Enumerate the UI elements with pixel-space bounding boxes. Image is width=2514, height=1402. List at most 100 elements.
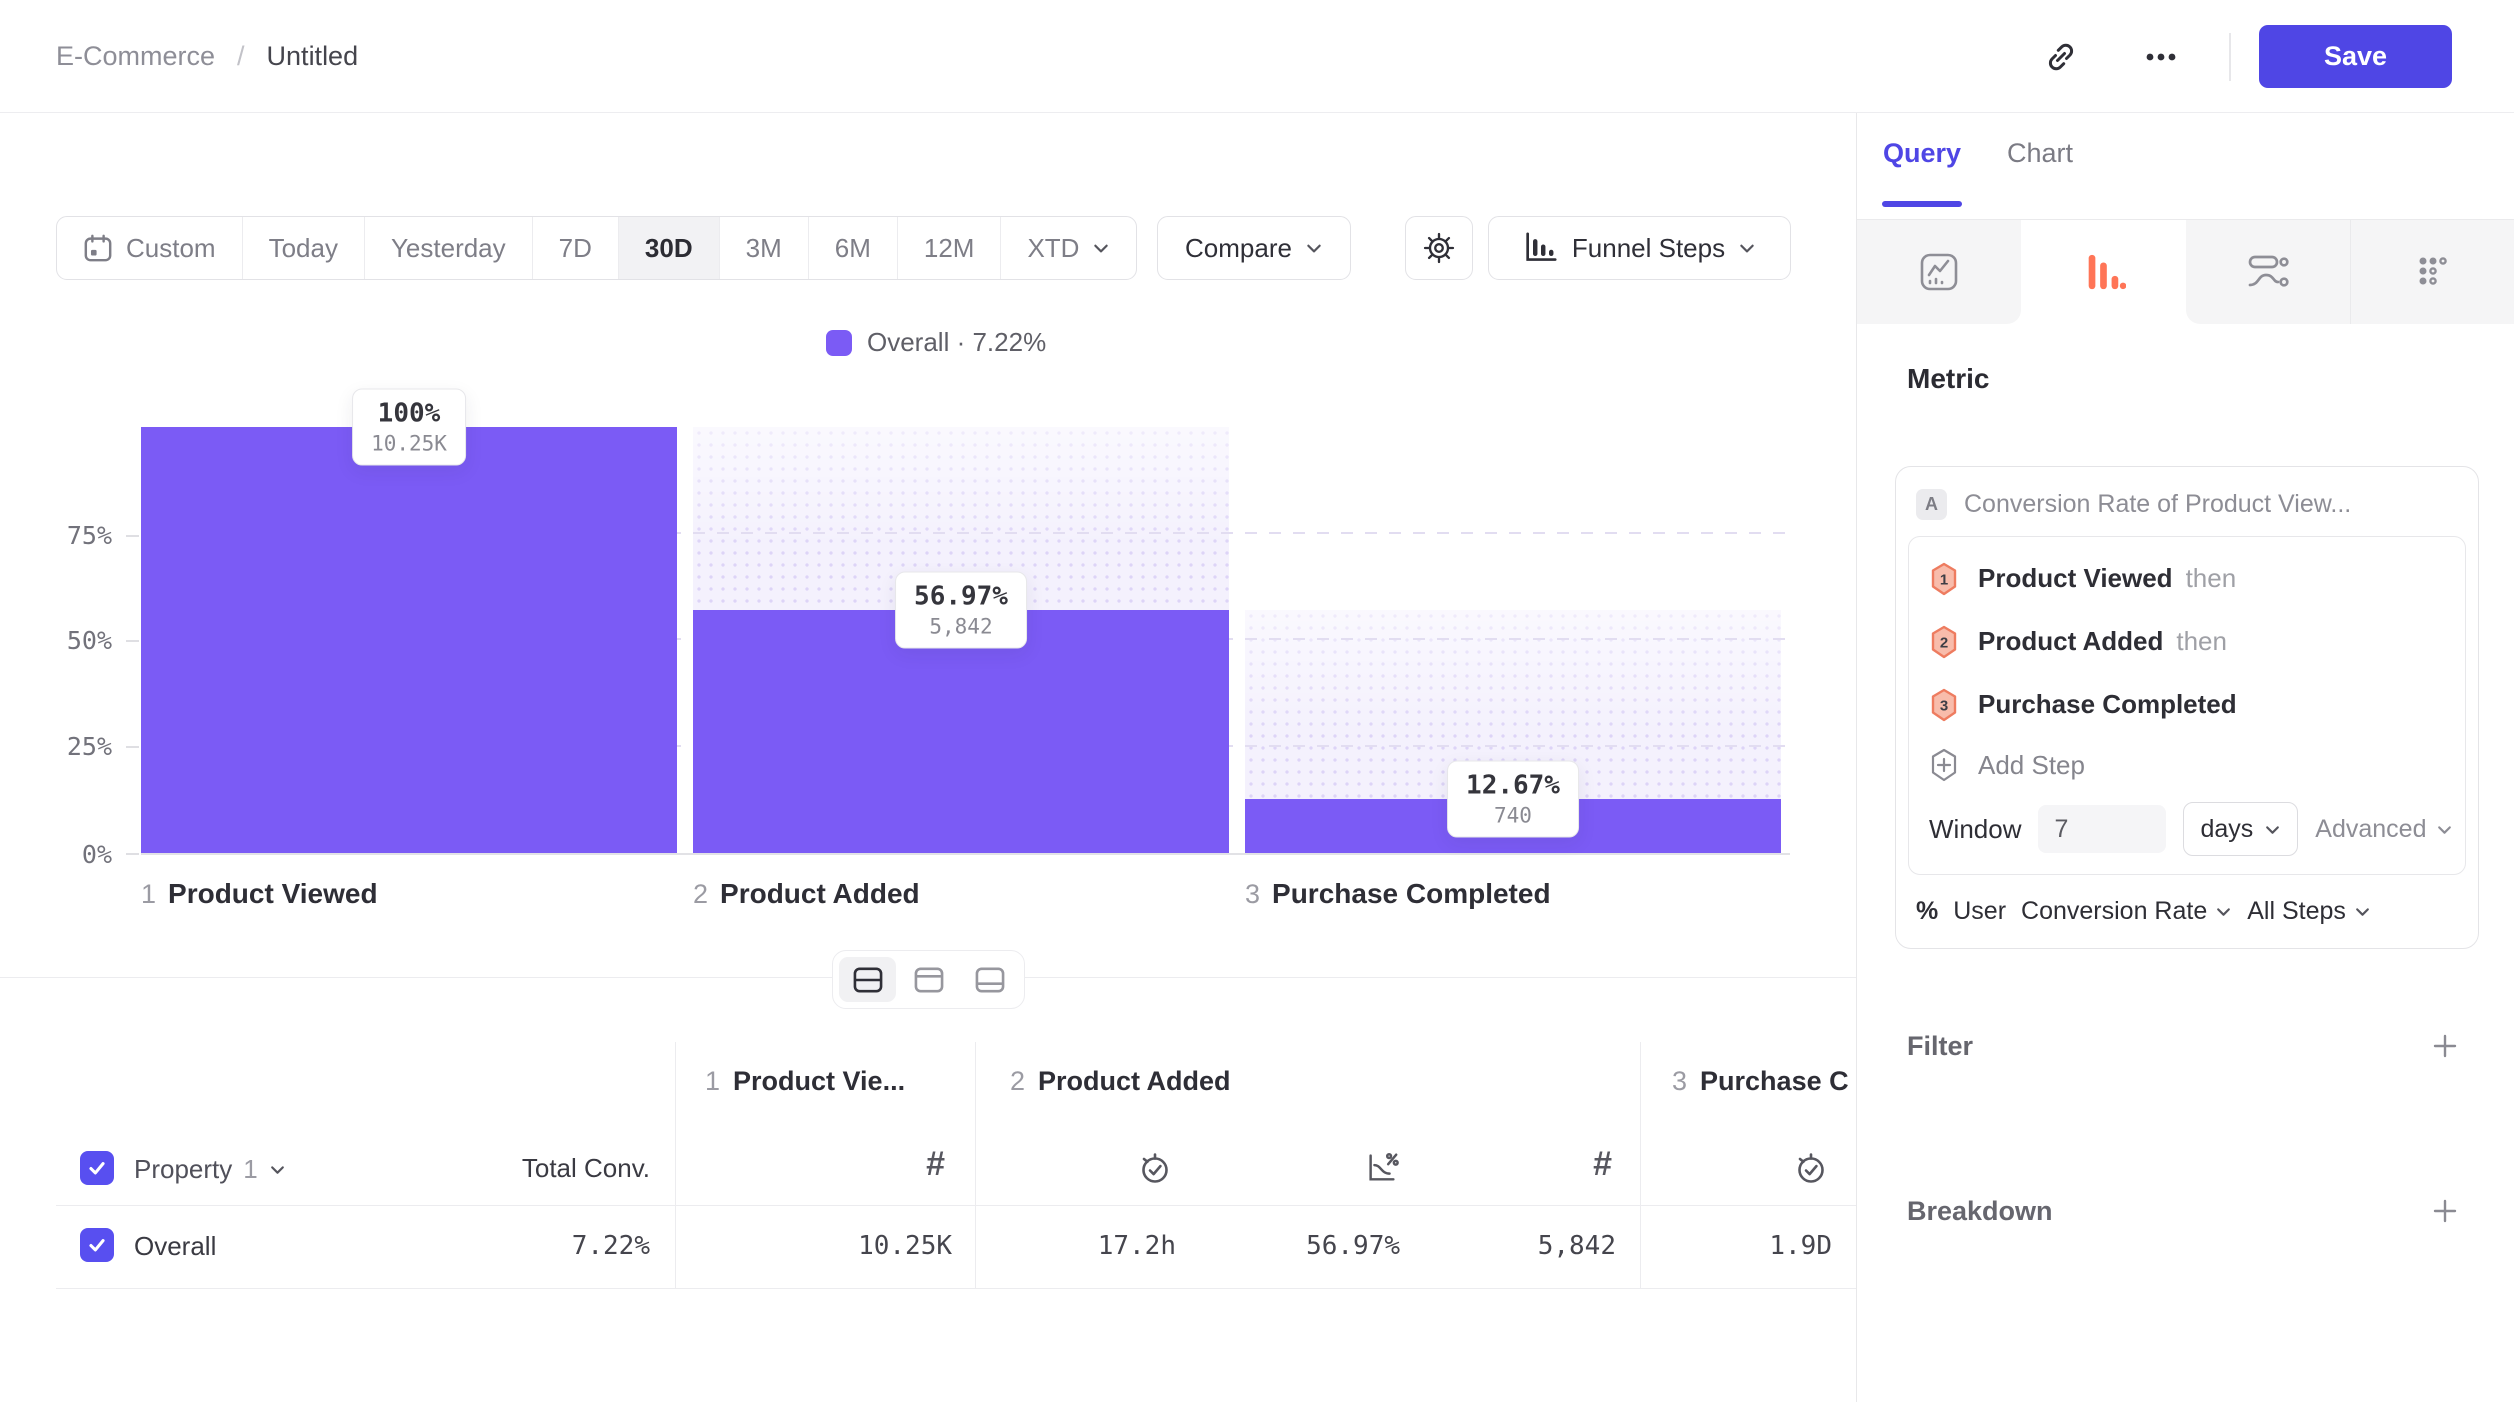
chevron-down-icon <box>1738 239 1756 257</box>
top-bar: E-Commerce / Untitled <box>0 0 2514 113</box>
breadcrumb-separator: / <box>237 41 245 72</box>
funnel-step-row-3[interactable]: 3 Purchase Completed <box>1929 673 2445 736</box>
tooltip-percentage: 56.97% <box>914 582 1008 612</box>
window-unit-select[interactable]: days <box>2183 802 2298 856</box>
chart-legend[interactable]: Overall · 7.22% <box>826 327 1046 358</box>
date-range-30d[interactable]: 30D <box>618 217 719 279</box>
step-hexagon-badge: 3 <box>1929 688 1959 722</box>
cell-step3-time: 1.9D <box>1612 1229 1832 1263</box>
measurement-row: % User Conversion Rate All Steps <box>1896 875 2478 948</box>
retention-icon <box>2411 250 2455 294</box>
time-to-convert-icon[interactable] <box>1792 1149 1828 1185</box>
funnel-analysis-app: E-Commerce / Untitled <box>0 0 2514 1402</box>
layout-chart-toggle[interactable] <box>900 957 957 1002</box>
table-column-header-step-3[interactable]: 3Purchase C <box>1672 1066 1849 1097</box>
funnel-step-row-1[interactable]: 1 Product Viewed then <box>1929 547 2445 610</box>
cell-step2-count: 5,842 <box>1396 1229 1616 1263</box>
table-column-header-step-2[interactable]: 2Product Added <box>1010 1066 1231 1097</box>
view-type-button[interactable]: Funnel Steps <box>1488 216 1791 280</box>
legend-label: Overall · 7.22% <box>867 327 1046 358</box>
tab-query[interactable]: Query <box>1883 138 1961 169</box>
breadcrumb: E-Commerce / Untitled <box>56 0 358 113</box>
bar-solid <box>141 427 677 853</box>
query-sidebar: Query Chart <box>1856 113 2514 1402</box>
y-axis-tick-mark <box>126 535 139 537</box>
svg-text:1: 1 <box>1940 571 1948 588</box>
property-label: Property <box>134 1154 232 1185</box>
report-type-insights[interactable] <box>1857 220 2021 324</box>
add-breakdown-button[interactable] <box>2430 1196 2460 1226</box>
cell-step1-count: 10.25K <box>732 1229 952 1263</box>
hash-count-icon[interactable]: # <box>926 1145 945 1183</box>
share-link-button[interactable] <box>2035 31 2087 83</box>
date-range-yesterday[interactable]: Yesterday <box>364 217 532 279</box>
percent-icon: % <box>1916 897 1938 926</box>
date-range-7d[interactable]: 7D <box>532 217 618 279</box>
date-range-3m[interactable]: 3M <box>719 217 808 279</box>
y-axis-tick-label: 25% <box>30 730 112 764</box>
breadcrumb-report-title[interactable]: Untitled <box>267 41 359 72</box>
funnel-bar-step-1[interactable]: 100% 10.25K <box>141 427 677 853</box>
funnel-bar-step-2[interactable]: 56.97% 5,842 <box>693 427 1229 853</box>
metric-title: Conversion Rate of Product View... <box>1964 490 2351 519</box>
plus-icon <box>2430 1196 2460 1226</box>
measure-entity[interactable]: User <box>1953 897 2006 926</box>
report-type-tabs <box>1857 219 2514 324</box>
select-all-checkbox[interactable] <box>80 1151 114 1185</box>
advanced-toggle[interactable]: Advanced <box>2315 815 2452 844</box>
date-range-6m[interactable]: 6M <box>808 217 897 279</box>
report-type-flows[interactable] <box>2186 220 2351 324</box>
compare-button[interactable]: Compare <box>1157 216 1351 280</box>
legend-swatch <box>826 330 852 356</box>
date-range-xtd[interactable]: XTD <box>1000 217 1136 279</box>
layout-split-toggle[interactable] <box>839 957 896 1002</box>
add-filter-button[interactable] <box>2430 1031 2460 1061</box>
filter-label: Filter <box>1907 1031 1973 1062</box>
topbar-actions: Save <box>2035 0 2452 113</box>
chevron-down-icon <box>1305 239 1323 257</box>
time-to-convert-icon[interactable] <box>1136 1149 1172 1185</box>
breadcrumb-project[interactable]: E-Commerce <box>56 41 215 72</box>
window-value-input[interactable] <box>2038 805 2166 853</box>
total-conversion-header[interactable]: Total Conv. <box>400 1153 650 1184</box>
chevron-down-icon <box>2354 903 2371 920</box>
layout-bottom-icon <box>974 966 1006 994</box>
date-range-12m[interactable]: 12M <box>897 217 1001 279</box>
conversion-window-row: Window days Advanced <box>1929 794 2445 864</box>
measure-scope-select[interactable]: All Steps <box>2247 897 2371 926</box>
step-connector: then <box>2176 626 2227 657</box>
metric-series-row[interactable]: A Conversion Rate of Product View... <box>1896 467 2478 536</box>
calendar-icon <box>83 233 113 263</box>
property-selector[interactable]: Property 1 <box>134 1151 286 1187</box>
table-column-header-step-1[interactable]: 1Product Vie... <box>705 1066 905 1097</box>
x-axis-label-step-1: 1 Product Viewed <box>141 878 378 910</box>
report-type-funnels[interactable] <box>2021 220 2185 324</box>
tab-chart[interactable]: Chart <box>2007 138 2073 169</box>
bar-tooltip: 12.67% 740 <box>1447 761 1579 838</box>
tooltip-count: 5,842 <box>914 615 1008 639</box>
row-checkbox-overall[interactable] <box>80 1228 114 1262</box>
chart-settings-button[interactable] <box>1405 216 1473 280</box>
report-type-retention[interactable] <box>2351 220 2514 324</box>
step-event-name: Purchase Completed <box>1978 689 2237 720</box>
funnel-steps-icon <box>1523 232 1559 264</box>
breakdown-label: Breakdown <box>1907 1196 2053 1227</box>
more-options-button[interactable] <box>2135 31 2187 83</box>
flows-icon <box>2246 250 2290 294</box>
date-range-today[interactable]: Today <box>242 217 364 279</box>
active-tab-underline <box>1882 201 1962 207</box>
conversion-rate-chart-icon[interactable] <box>1364 1149 1400 1185</box>
filter-section: Filter <box>1907 1018 2460 1074</box>
layout-table-toggle[interactable] <box>961 957 1018 1002</box>
save-button[interactable]: Save <box>2259 25 2452 88</box>
measure-metric-select[interactable]: Conversion Rate <box>2021 897 2232 926</box>
metric-section-heading: Metric <box>1907 363 1989 395</box>
series-badge: A <box>1916 489 1947 520</box>
funnel-step-row-2[interactable]: 2 Product Added then <box>1929 610 2445 673</box>
y-axis-tick-label: 0% <box>30 838 112 872</box>
add-step-button[interactable]: Add Step <box>1929 736 2445 794</box>
date-range-custom[interactable]: Custom <box>57 217 242 279</box>
funnel-bar-step-3[interactable]: 12.67% 740 <box>1245 427 1781 853</box>
hash-count-icon[interactable]: # <box>1593 1145 1612 1183</box>
y-axis-tick-label: 75% <box>30 519 112 553</box>
